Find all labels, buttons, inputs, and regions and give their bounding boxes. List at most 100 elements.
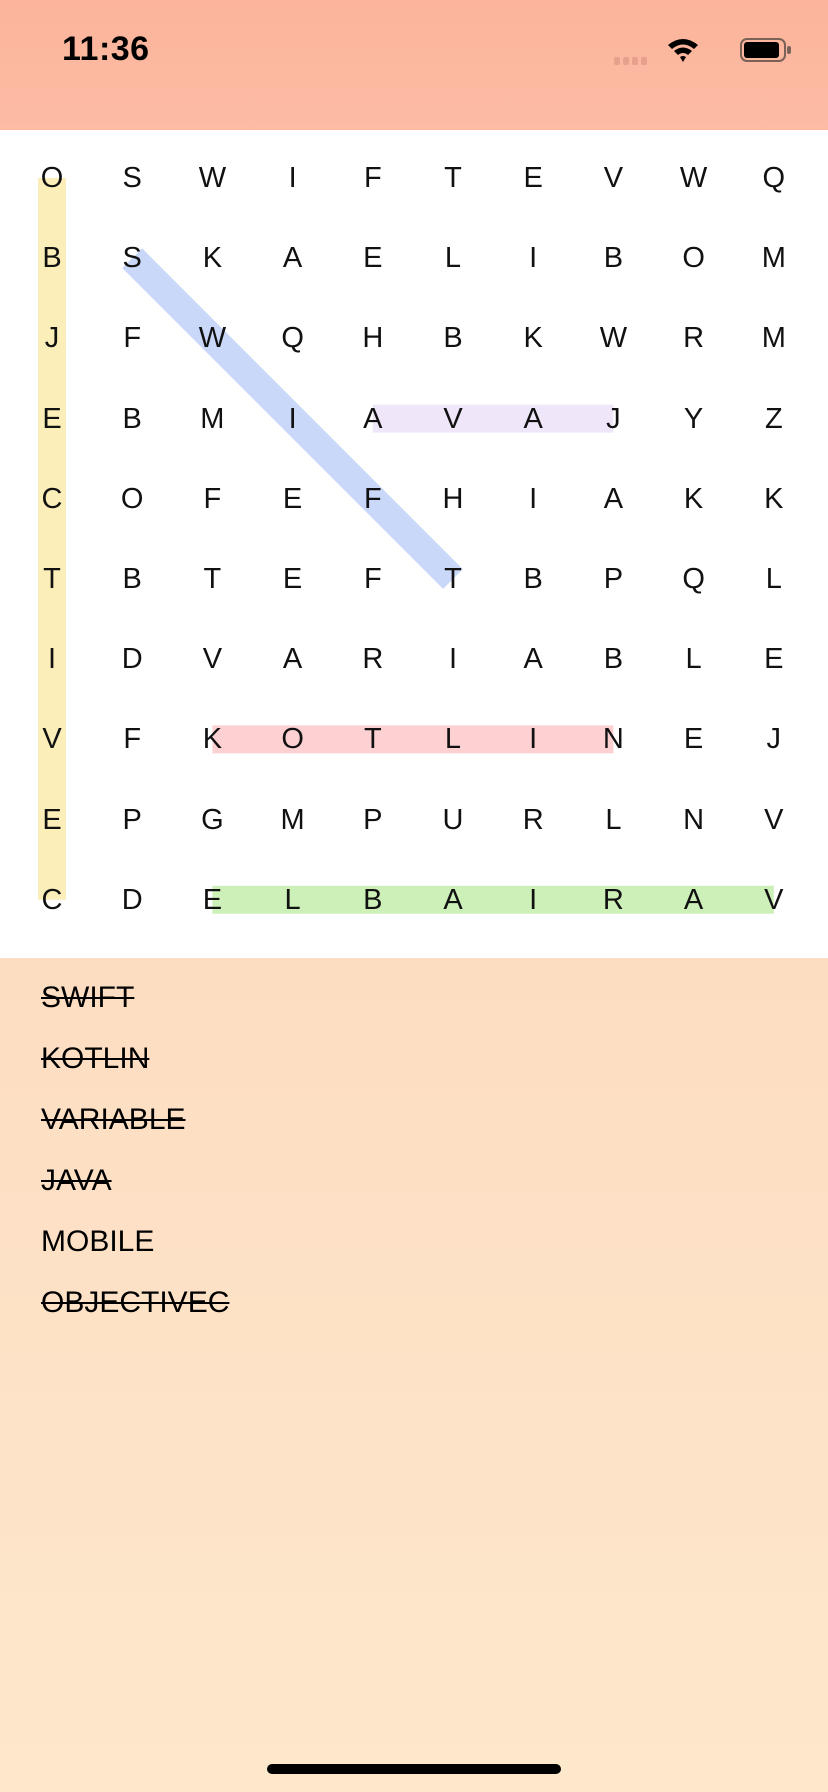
grid-cell[interactable]: O — [654, 218, 734, 298]
grid-cell[interactable]: W — [172, 298, 252, 378]
grid-cell[interactable]: A — [573, 459, 653, 539]
grid-cell[interactable]: B — [413, 298, 493, 378]
grid-cell[interactable]: L — [413, 699, 493, 779]
grid-cell[interactable]: S — [92, 138, 172, 218]
grid-cell[interactable]: T — [172, 539, 252, 619]
grid-cell[interactable]: B — [333, 860, 413, 940]
grid-cell[interactable]: F — [333, 138, 413, 218]
grid-cell[interactable]: F — [333, 539, 413, 619]
grid-cell[interactable]: E — [493, 138, 573, 218]
grid-cell[interactable]: T — [333, 699, 413, 779]
grid-cell[interactable]: F — [172, 459, 252, 539]
grid-cell[interactable]: R — [493, 780, 573, 860]
grid-cell[interactable]: Z — [734, 379, 814, 459]
grid-cell[interactable]: V — [172, 619, 252, 699]
grid-cell[interactable]: I — [413, 619, 493, 699]
grid-cell[interactable]: W — [172, 138, 252, 218]
grid-cell[interactable]: T — [413, 539, 493, 619]
grid-cell[interactable]: P — [92, 780, 172, 860]
grid-cell[interactable]: U — [413, 780, 493, 860]
grid-cell[interactable]: Q — [253, 298, 333, 378]
grid-cell[interactable]: G — [172, 780, 252, 860]
grid-cell[interactable]: M — [734, 298, 814, 378]
grid-cell[interactable]: E — [253, 539, 333, 619]
grid-cell[interactable]: F — [92, 699, 172, 779]
word-search-grid[interactable]: OSWIFTEVWQBSKAELIBOMJFWQHBKWRMEBMIAVAJYZ… — [0, 130, 828, 958]
grid-cell[interactable]: K — [493, 298, 573, 378]
grid-cell[interactable]: O — [12, 138, 92, 218]
grid-cell[interactable]: V — [734, 780, 814, 860]
grid-cell[interactable]: I — [493, 699, 573, 779]
grid-cell[interactable]: H — [333, 298, 413, 378]
grid-cell[interactable]: V — [413, 379, 493, 459]
grid-cell[interactable]: P — [333, 780, 413, 860]
grid-cell[interactable]: K — [172, 218, 252, 298]
grid-cell[interactable]: L — [573, 780, 653, 860]
grid-cell[interactable]: I — [253, 138, 333, 218]
grid-cell[interactable]: A — [493, 379, 573, 459]
grid-cell[interactable]: A — [253, 218, 333, 298]
grid-cell[interactable]: V — [12, 699, 92, 779]
grid-cell[interactable]: B — [493, 539, 573, 619]
grid-cell[interactable]: R — [333, 619, 413, 699]
grid-cell[interactable]: O — [92, 459, 172, 539]
grid-cell[interactable]: E — [172, 860, 252, 940]
grid-cell[interactable]: A — [493, 619, 573, 699]
grid-cell[interactable]: B — [573, 218, 653, 298]
grid-cell[interactable]: L — [253, 860, 333, 940]
grid-cell[interactable]: Q — [654, 539, 734, 619]
grid-cell[interactable]: J — [573, 379, 653, 459]
grid-cell[interactable]: H — [413, 459, 493, 539]
grid-cell[interactable]: K — [172, 699, 252, 779]
grid-cell[interactable]: E — [654, 699, 734, 779]
grid-cell[interactable]: F — [333, 459, 413, 539]
grid-cell[interactable]: V — [573, 138, 653, 218]
grid-cell[interactable]: J — [734, 699, 814, 779]
grid-cell[interactable]: E — [734, 619, 814, 699]
grid-cell[interactable]: A — [654, 860, 734, 940]
grid-cell[interactable]: A — [413, 860, 493, 940]
grid-cell[interactable]: C — [12, 459, 92, 539]
grid-cell[interactable]: M — [253, 780, 333, 860]
grid-cell[interactable]: C — [12, 860, 92, 940]
grid-cell[interactable]: E — [12, 379, 92, 459]
grid-cell[interactable]: F — [92, 298, 172, 378]
grid-cell[interactable]: M — [734, 218, 814, 298]
grid-cell[interactable]: I — [493, 459, 573, 539]
grid-cell[interactable]: Y — [654, 379, 734, 459]
grid-cell[interactable]: J — [12, 298, 92, 378]
grid-cell[interactable]: B — [92, 539, 172, 619]
grid-cell[interactable]: D — [92, 619, 172, 699]
grid-cell[interactable]: I — [12, 619, 92, 699]
grid-cell[interactable]: A — [253, 619, 333, 699]
grid-cell[interactable]: T — [413, 138, 493, 218]
grid-cell[interactable]: B — [12, 218, 92, 298]
grid-cell[interactable]: Q — [734, 138, 814, 218]
grid-cell[interactable]: L — [734, 539, 814, 619]
grid-cell[interactable]: B — [573, 619, 653, 699]
grid-cell[interactable]: N — [573, 699, 653, 779]
grid-cell[interactable]: I — [493, 860, 573, 940]
grid-cell[interactable]: T — [12, 539, 92, 619]
grid-cell[interactable]: R — [654, 298, 734, 378]
grid-cell[interactable]: I — [493, 218, 573, 298]
grid-cell[interactable]: E — [253, 459, 333, 539]
grid-cell[interactable]: L — [413, 218, 493, 298]
grid-cell[interactable]: R — [573, 860, 653, 940]
grid-cell[interactable]: W — [573, 298, 653, 378]
grid-cell[interactable]: K — [734, 459, 814, 539]
grid-cell[interactable]: V — [734, 860, 814, 940]
grid-cell[interactable]: P — [573, 539, 653, 619]
grid-cell[interactable]: K — [654, 459, 734, 539]
grid-cell[interactable]: N — [654, 780, 734, 860]
grid-cell[interactable]: E — [333, 218, 413, 298]
grid-cell[interactable]: O — [253, 699, 333, 779]
grid-cell[interactable]: E — [12, 780, 92, 860]
grid-cell[interactable]: M — [172, 379, 252, 459]
grid-cell[interactable]: B — [92, 379, 172, 459]
grid-cell[interactable]: W — [654, 138, 734, 218]
grid-cell[interactable]: D — [92, 860, 172, 940]
grid-cell[interactable]: I — [253, 379, 333, 459]
grid-cell[interactable]: L — [654, 619, 734, 699]
grid-cell[interactable]: S — [92, 218, 172, 298]
